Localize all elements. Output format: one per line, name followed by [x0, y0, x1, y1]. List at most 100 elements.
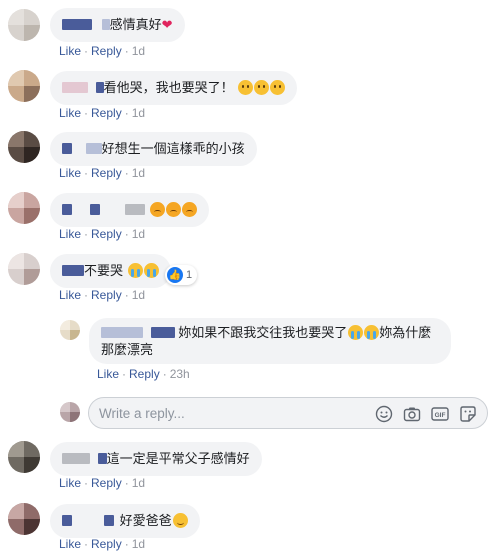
- commenter-name[interactable]: [95, 82, 104, 93]
- commenter-name[interactable]: [89, 204, 100, 215]
- commenter-name[interactable]: [125, 204, 146, 215]
- commenter-name[interactable]: [62, 82, 88, 93]
- comment-bubble: 看他哭，我也要哭了！: [50, 71, 298, 105]
- separator: ·: [84, 476, 89, 490]
- frowning-face-icon: [181, 202, 197, 217]
- crying-face-icon: [127, 263, 143, 278]
- like-link[interactable]: Like: [59, 288, 81, 302]
- separator: ·: [124, 166, 129, 180]
- reply-link[interactable]: Reply: [91, 227, 122, 241]
- separator: ·: [84, 537, 89, 551]
- reply-input[interactable]: [99, 404, 369, 422]
- commenter-name[interactable]: [101, 327, 143, 338]
- sticker-icon[interactable]: [459, 405, 477, 423]
- reply-link[interactable]: Reply: [91, 44, 122, 58]
- avatar[interactable]: [8, 131, 40, 163]
- separator: ·: [124, 288, 129, 302]
- camera-icon[interactable]: [403, 405, 421, 423]
- separator: ·: [84, 166, 89, 180]
- crying-face-icon: [364, 325, 380, 340]
- heart-icon: ❤: [161, 17, 173, 32]
- reply-composer[interactable]: GIF: [88, 397, 488, 429]
- timestamp[interactable]: 1d: [132, 106, 145, 120]
- avatar[interactable]: [8, 70, 40, 102]
- reply-bubble: 妳如果不跟我交往我也要哭了 妳為什麼 那麼漂亮: [89, 318, 451, 364]
- smiling-face-icon: [172, 513, 188, 528]
- separator: ·: [124, 227, 129, 241]
- commenter-name[interactable]: [62, 204, 72, 215]
- timestamp[interactable]: 1d: [132, 166, 145, 180]
- comment-bubble: 感情真好❤: [50, 8, 185, 42]
- separator: ·: [162, 367, 167, 381]
- separator: ·: [84, 44, 89, 58]
- reply-link[interactable]: Reply: [129, 367, 160, 381]
- gif-icon[interactable]: GIF: [431, 405, 449, 423]
- comment-text: 感情真好: [109, 17, 162, 32]
- commenter-name[interactable]: [85, 143, 102, 154]
- commenter-name[interactable]: [62, 453, 90, 464]
- comment-actions: Like · Reply · 1d: [59, 227, 145, 241]
- comment-actions: Like · Reply · 1d: [59, 166, 145, 180]
- commenter-name[interactable]: [97, 453, 107, 464]
- comment-actions: Like · Reply · 1d: [59, 44, 145, 58]
- commenter-name[interactable]: [101, 19, 110, 30]
- timestamp[interactable]: 1d: [132, 288, 145, 302]
- commenter-name[interactable]: [62, 143, 72, 154]
- timestamp[interactable]: 1d: [132, 227, 145, 241]
- reply-text: 妳如果不跟我交往我也要哭了: [178, 325, 348, 340]
- comment-text: 這一定是平常父子感情好: [106, 451, 250, 466]
- timestamp[interactable]: 1d: [132, 44, 145, 58]
- avatar[interactable]: [8, 441, 40, 473]
- frowning-face-icon: [165, 202, 181, 217]
- reply-link[interactable]: Reply: [91, 166, 122, 180]
- reply-link[interactable]: Reply: [91, 476, 122, 490]
- like-link[interactable]: Like: [59, 106, 81, 120]
- comment-actions: Like · Reply · 1d: [59, 288, 145, 302]
- timestamp[interactable]: 23h: [170, 367, 190, 381]
- thumbs-up-icon: 👍: [167, 267, 183, 283]
- like-link[interactable]: Like: [59, 476, 81, 490]
- avatar[interactable]: [8, 503, 40, 535]
- reaction-count-number: 1: [186, 269, 193, 281]
- crying-face-icon: [143, 263, 159, 278]
- comment-actions: Like · Reply · 1d: [59, 537, 145, 551]
- reply-link[interactable]: Reply: [91, 288, 122, 302]
- like-link[interactable]: Like: [59, 537, 81, 551]
- commenter-name[interactable]: [62, 19, 92, 30]
- separator: ·: [122, 367, 127, 381]
- avatar[interactable]: [60, 320, 80, 340]
- emoji-icon[interactable]: [375, 405, 393, 423]
- reply-link[interactable]: Reply: [91, 106, 122, 120]
- reaction-count[interactable]: 👍 1: [165, 265, 198, 285]
- sad-face-icon: [270, 80, 286, 95]
- commenter-name[interactable]: [62, 265, 84, 276]
- avatar[interactable]: [8, 192, 40, 224]
- timestamp[interactable]: 1d: [132, 537, 145, 551]
- reply-link[interactable]: Reply: [91, 537, 122, 551]
- reply-text: 那麼漂亮: [101, 342, 154, 357]
- separator: ·: [84, 227, 89, 241]
- like-link[interactable]: Like: [97, 367, 119, 381]
- separator: ·: [124, 476, 129, 490]
- reply-text: 妳為什麼: [379, 325, 432, 340]
- svg-text:GIF: GIF: [435, 412, 446, 419]
- commenter-name[interactable]: [150, 327, 175, 338]
- crying-face-icon: [348, 325, 364, 340]
- timestamp[interactable]: 1d: [132, 476, 145, 490]
- like-link[interactable]: Like: [59, 44, 81, 58]
- frowning-face-icon: [149, 202, 165, 217]
- comment-bubble: 好想生一個這樣乖的小孩: [50, 132, 257, 166]
- comment-actions: Like · Reply · 1d: [59, 106, 145, 120]
- commenter-name[interactable]: [62, 515, 72, 526]
- avatar[interactable]: [8, 9, 40, 41]
- comment-text: 看他哭，我也要哭了！: [103, 80, 234, 95]
- comment-text: 好愛爸爸: [119, 513, 172, 528]
- comment-bubble: [50, 193, 209, 227]
- like-link[interactable]: Like: [59, 227, 81, 241]
- separator: ·: [124, 106, 129, 120]
- avatar[interactable]: [8, 253, 40, 285]
- sad-face-icon: [254, 80, 270, 95]
- comment-bubble: 好愛爸爸: [50, 504, 200, 538]
- like-link[interactable]: Like: [59, 166, 81, 180]
- commenter-name[interactable]: [103, 515, 114, 526]
